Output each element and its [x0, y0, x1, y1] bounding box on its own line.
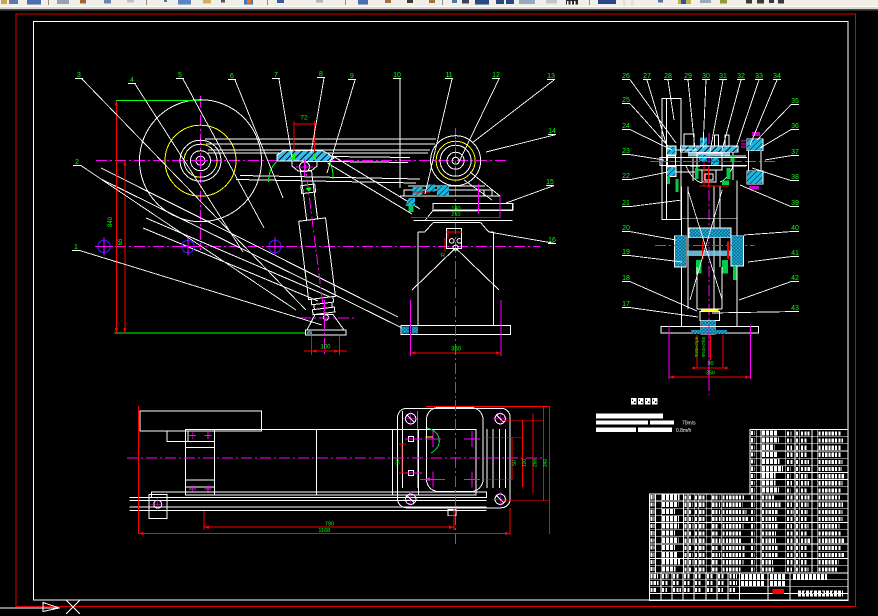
svg-text:36: 36 — [791, 123, 799, 130]
svg-text:90: 90 — [707, 361, 713, 367]
svg-text:37: 37 — [791, 149, 799, 156]
svg-text:42: 42 — [791, 275, 799, 282]
svg-text:35: 35 — [791, 98, 799, 105]
svg-text:790: 790 — [325, 522, 334, 528]
svg-text:100: 100 — [320, 345, 331, 351]
svg-text:31: 31 — [719, 73, 727, 80]
svg-text:3: 3 — [77, 72, 81, 79]
svg-text:7: 7 — [274, 72, 278, 79]
svg-text:210: 210 — [451, 212, 460, 218]
svg-text:19: 19 — [622, 249, 630, 256]
svg-text:140: 140 — [451, 206, 460, 212]
svg-text:18: 18 — [622, 275, 630, 282]
svg-text:11: 11 — [445, 72, 452, 79]
svg-text:266: 266 — [533, 459, 539, 468]
svg-text:Φ54H7/k6: Φ54H7/k6 — [701, 336, 706, 357]
svg-text:32: 32 — [737, 73, 745, 80]
svg-text:30: 30 — [702, 73, 710, 80]
svg-text:4: 4 — [130, 77, 134, 84]
svg-text:340: 340 — [543, 459, 549, 468]
svg-text:1: 1 — [74, 244, 78, 251]
svg-text:40: 40 — [791, 225, 799, 232]
svg-text:39: 39 — [791, 200, 799, 207]
svg-text:Φ30H7/p6: Φ30H7/p6 — [694, 336, 699, 357]
svg-text:33: 33 — [755, 73, 763, 80]
svg-text:43: 43 — [791, 305, 799, 312]
svg-text:2: 2 — [75, 159, 79, 166]
svg-text:24: 24 — [622, 123, 630, 130]
svg-text:26: 26 — [622, 73, 630, 80]
svg-text:356: 356 — [706, 371, 715, 377]
svg-text:10: 10 — [393, 72, 401, 79]
svg-text:840: 840 — [108, 216, 114, 227]
svg-text:0.8m/h: 0.8m/h — [676, 428, 692, 434]
svg-text:41: 41 — [791, 250, 799, 257]
svg-text:20: 20 — [622, 225, 630, 232]
svg-text:12: 12 — [492, 72, 500, 79]
svg-text:28: 28 — [664, 73, 672, 80]
svg-text:70m/s: 70m/s — [682, 420, 696, 426]
svg-text:25: 25 — [622, 97, 630, 104]
svg-text:27: 27 — [643, 73, 651, 80]
svg-text:8: 8 — [319, 71, 323, 78]
svg-text:13: 13 — [547, 73, 555, 80]
svg-text:9: 9 — [350, 73, 354, 80]
svg-text:22: 22 — [622, 173, 630, 180]
svg-text:94: 94 — [396, 459, 402, 465]
svg-text:350: 350 — [451, 347, 462, 353]
svg-text:15: 15 — [546, 179, 554, 186]
svg-text:5: 5 — [178, 72, 182, 79]
svg-text:6: 6 — [230, 73, 234, 80]
svg-text:21: 21 — [622, 200, 630, 207]
svg-text:1168: 1168 — [318, 528, 330, 534]
svg-text:72: 72 — [300, 115, 308, 122]
svg-text:100: 100 — [522, 459, 528, 468]
svg-text:34: 34 — [773, 73, 781, 80]
svg-text:50: 50 — [512, 460, 518, 466]
svg-text:65: 65 — [118, 238, 124, 245]
svg-text:29: 29 — [684, 73, 692, 80]
svg-text:17: 17 — [622, 301, 630, 308]
svg-text:14: 14 — [548, 128, 556, 135]
svg-text:23: 23 — [622, 148, 630, 155]
svg-text:38: 38 — [791, 174, 799, 181]
